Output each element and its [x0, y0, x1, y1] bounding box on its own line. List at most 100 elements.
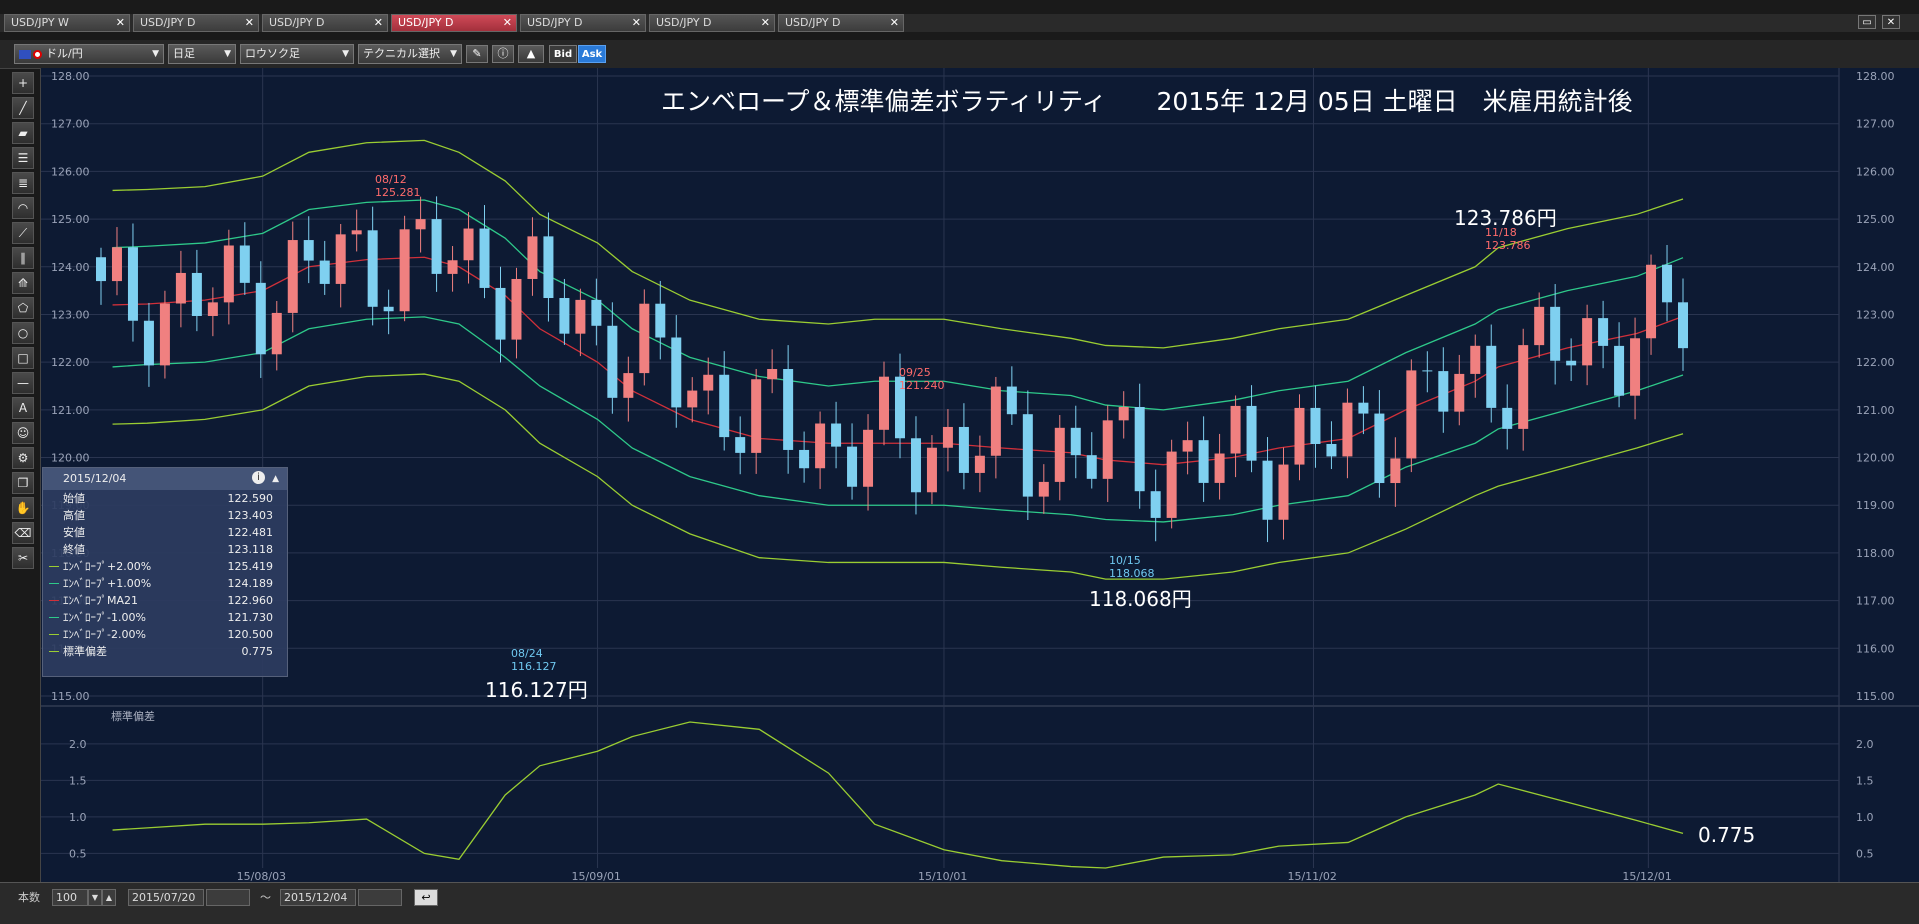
candle-body	[1278, 464, 1289, 520]
data-window-row: 始値 122.590	[43, 490, 287, 507]
pencil-icon[interactable]: ✎	[466, 45, 488, 63]
annotation-price: 121.240	[899, 379, 945, 392]
candle-body	[990, 386, 1001, 456]
line-icon[interactable]: —	[12, 372, 34, 394]
ruler-icon[interactable]: ▰	[12, 122, 34, 144]
candle-body	[415, 219, 426, 230]
candle-body	[974, 455, 985, 473]
big-label-high: 123.786円	[1454, 206, 1557, 230]
annotation-price: 118.068	[1109, 567, 1155, 580]
eraser-icon[interactable]: ⌫	[12, 522, 34, 544]
date-to-input[interactable]: 2015/12/04	[280, 889, 356, 906]
vertical-lines-icon[interactable]: ∥	[12, 247, 34, 269]
technical-select[interactable]: テクニカル選択 ▼	[358, 44, 462, 64]
close-icon[interactable]: ✕	[632, 15, 641, 31]
horizontal-lines-icon[interactable]: ☰	[12, 147, 34, 169]
close-icon[interactable]: ✕	[245, 15, 254, 31]
arc-icon[interactable]: ◠	[12, 197, 34, 219]
candle-body	[1326, 443, 1337, 457]
price-tick-label-left: 127.00	[51, 118, 90, 131]
chart-type-label: ロウソク足	[245, 47, 300, 60]
smiley-icon[interactable]: ☺	[12, 422, 34, 444]
text-icon[interactable]: A	[12, 397, 34, 419]
price-tick-label-left: 126.00	[51, 165, 90, 178]
currency-pair-select[interactable]: ドル/円 ▼	[14, 44, 164, 64]
candle-body	[1662, 264, 1673, 303]
close-window-icon[interactable]: ✕	[1882, 15, 1900, 29]
series-swatch	[49, 634, 59, 635]
candle-body	[239, 245, 250, 283]
chart-area[interactable]: 128.00 128.00 127.00 127.00 126.00 126.00 125.…	[40, 68, 1919, 883]
hand-icon[interactable]: ✋	[12, 497, 34, 519]
candlestick-series	[96, 196, 1688, 543]
candle-body	[751, 379, 762, 453]
candle-body	[1294, 407, 1305, 465]
row-label: 標準偏差	[63, 645, 107, 658]
close-icon[interactable]: ✕	[503, 15, 512, 31]
annotation-price: 116.127	[511, 660, 557, 673]
data-window-panel[interactable]: 2015/12/04 i ▲ 始値 122.590 高値 123.403 安値 122.4…	[42, 467, 288, 677]
eraser-all-icon[interactable]: ✂	[12, 547, 34, 569]
info-icon[interactable]: ⓘ	[492, 45, 514, 63]
count-down-icon[interactable]: ▼	[88, 889, 102, 906]
fibonacci-icon[interactable]: ≣	[12, 172, 34, 194]
price-tick-label-left: 125.00	[51, 213, 90, 226]
tab-usdjpy-d-5[interactable]: USD/JPY D ✕	[649, 14, 775, 32]
close-icon[interactable]: ✕	[116, 15, 125, 31]
tab-usdjpy-d-2[interactable]: USD/JPY D ✕	[262, 14, 388, 32]
mountain-chart-icon[interactable]: ▲	[518, 45, 544, 63]
close-icon[interactable]: ✕	[890, 15, 899, 31]
candle-body	[527, 236, 538, 279]
candle-body	[463, 228, 474, 261]
candle-body	[783, 369, 794, 450]
candle-body	[1438, 371, 1449, 412]
close-icon[interactable]: ✕	[761, 15, 770, 31]
rectangle-icon[interactable]: □	[12, 347, 34, 369]
settings-icon[interactable]: ⚙	[12, 447, 34, 469]
date-from-input[interactable]: 2015/07/20	[128, 889, 204, 906]
candle-body	[671, 337, 682, 408]
tab-usdjpy-d-1[interactable]: USD/JPY D ✕	[133, 14, 259, 32]
restore-window-icon[interactable]: ▭	[1858, 15, 1876, 29]
pentagon-icon[interactable]: ⬠	[12, 297, 34, 319]
candle-body	[1182, 440, 1193, 452]
tab-usdjpy-d-active[interactable]: USD/JPY D ✕	[391, 14, 517, 32]
pitchfork-icon[interactable]: ⟰	[12, 272, 34, 294]
price-tick-label-right: 125.00	[1856, 213, 1895, 226]
subchart-value: 0.775	[1698, 823, 1755, 847]
circle-icon[interactable]: ○	[12, 322, 34, 344]
trendline-icon[interactable]: ╱	[12, 97, 34, 119]
apply-range-icon[interactable]: ↩	[414, 889, 438, 906]
close-icon[interactable]: ✕	[374, 15, 383, 31]
timeframe-select[interactable]: 日足 ▼	[168, 44, 236, 64]
candle-body	[575, 299, 586, 334]
candle-body	[447, 260, 458, 274]
candle-body	[1038, 481, 1049, 497]
collapse-icon[interactable]: ▲	[272, 468, 279, 490]
candle-body	[543, 236, 554, 299]
candle-body	[1166, 451, 1177, 518]
subchart-tick-right: 1.5	[1856, 774, 1874, 787]
price-tick-label-left: 115.00	[51, 690, 90, 703]
ask-button[interactable]: Ask	[578, 45, 606, 63]
row-label: 終値	[63, 543, 85, 556]
bid-button[interactable]: Bid	[549, 45, 577, 63]
time-from-input[interactable]	[206, 889, 250, 906]
time-to-input[interactable]	[358, 889, 402, 906]
count-label: 本数	[18, 891, 40, 904]
price-chart[interactable]: 128.00 128.00 127.00 127.00 126.00 126.00 125.…	[41, 68, 1919, 883]
tab-usdjpy-d-4[interactable]: USD/JPY D ✕	[520, 14, 646, 32]
copy-icon[interactable]: ❐	[12, 472, 34, 494]
fan-icon[interactable]: ⟋	[12, 222, 34, 244]
chart-type-select[interactable]: ロウソク足 ▼	[240, 44, 354, 64]
row-value: 124.189	[227, 577, 274, 590]
count-up-icon[interactable]: ▲	[102, 889, 116, 906]
tab-usdjpy-w[interactable]: USD/JPY W ✕	[4, 14, 130, 32]
count-input[interactable]: 100	[52, 889, 88, 906]
candle-body	[942, 426, 953, 448]
row-label: ｴﾝﾍﾞﾛｰﾌﾟ+1.00%	[63, 577, 152, 590]
crosshair-icon[interactable]: +	[12, 72, 34, 94]
candle-body	[767, 369, 778, 380]
tab-usdjpy-d-6[interactable]: USD/JPY D ✕	[778, 14, 904, 32]
info-icon[interactable]: i	[252, 471, 265, 484]
